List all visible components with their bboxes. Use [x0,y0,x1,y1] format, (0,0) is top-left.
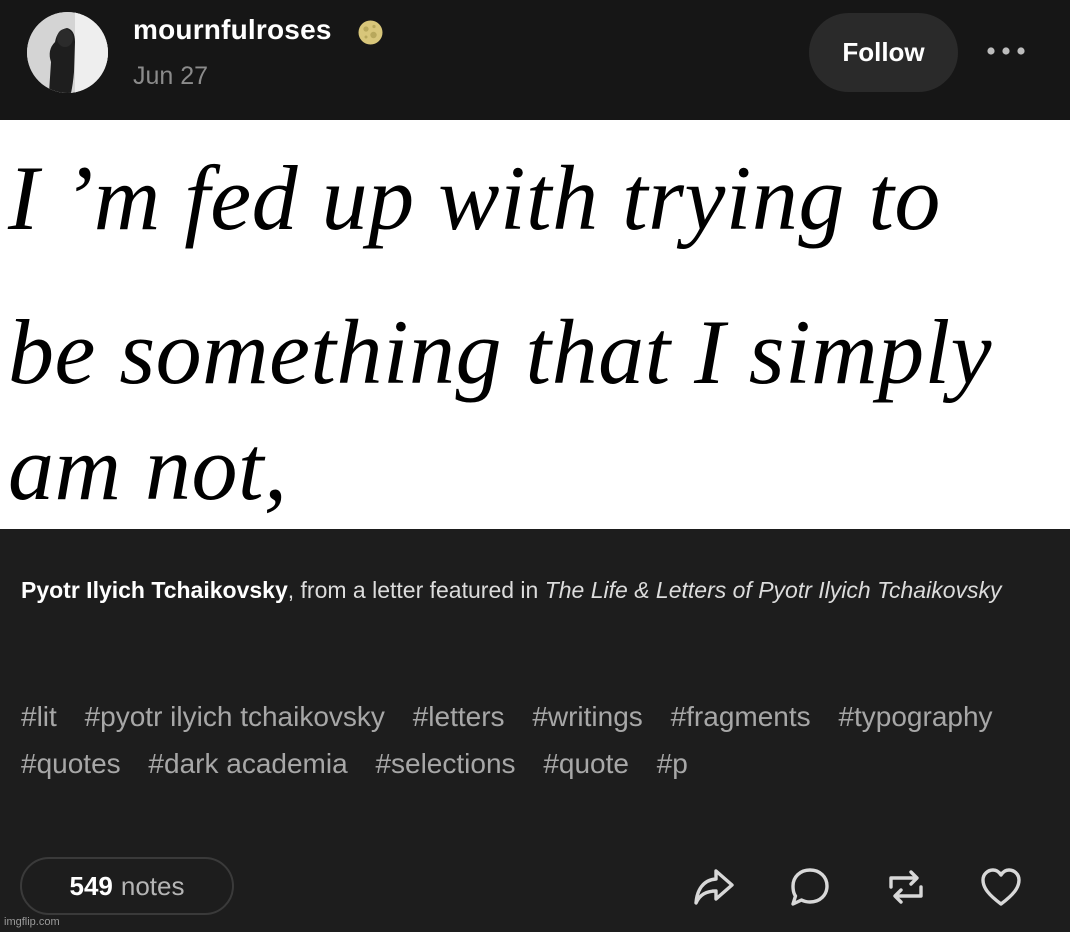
reply-icon[interactable] [788,865,832,909]
tag[interactable]: #fragments [671,693,811,740]
reblog-icon[interactable] [884,865,928,909]
tag[interactable]: #p [657,740,688,787]
tag[interactable]: #selections [375,740,515,787]
username[interactable]: mournfulroses [133,14,332,46]
caption-book-title: The Life & Letters of Pyotr Ilyich Tchai… [544,577,1002,603]
post-caption: Pyotr Ilyich Tchaikovsky, from a letter … [21,567,1031,614]
tag[interactable]: #letters [413,693,505,740]
notes-button[interactable]: 549 notes [20,857,234,915]
follow-button[interactable]: Follow [809,13,958,92]
notes-label: notes [120,870,185,901]
caption-text: , from a letter featured in [287,577,545,603]
tag[interactable]: #lit [21,693,57,740]
post-date: Jun 27 [133,62,209,90]
tag[interactable]: #writings [532,693,642,740]
tag-list: #lit #pyotr ilyich tchaikovsky #letters … [21,693,1051,787]
watermark: imgflip.com [4,916,60,928]
quote-line: am not, [8,417,288,519]
quote-line: be something that I simply [8,301,992,403]
tag[interactable]: #typography [838,693,992,740]
quote-image: I ’m fed up with trying to be something … [0,120,1070,529]
notes-count: 549 [69,870,113,901]
quote-line: I ’m fed up with trying to [8,147,941,249]
post-header: mournfulroses Jun 27 Follow [0,0,1070,120]
share-icon[interactable] [692,865,736,909]
tag[interactable]: #pyotr ilyich tchaikovsky [85,693,385,740]
avatar[interactable] [27,12,108,93]
moon-badge-icon [358,20,383,45]
caption-author: Pyotr Ilyich Tchaikovsky [21,577,288,603]
tag[interactable]: #dark academia [148,740,347,787]
tag[interactable]: #quotes [21,740,121,787]
more-options-icon[interactable] [983,36,1029,66]
heart-icon[interactable] [979,865,1023,909]
tag[interactable]: #quote [543,740,629,787]
